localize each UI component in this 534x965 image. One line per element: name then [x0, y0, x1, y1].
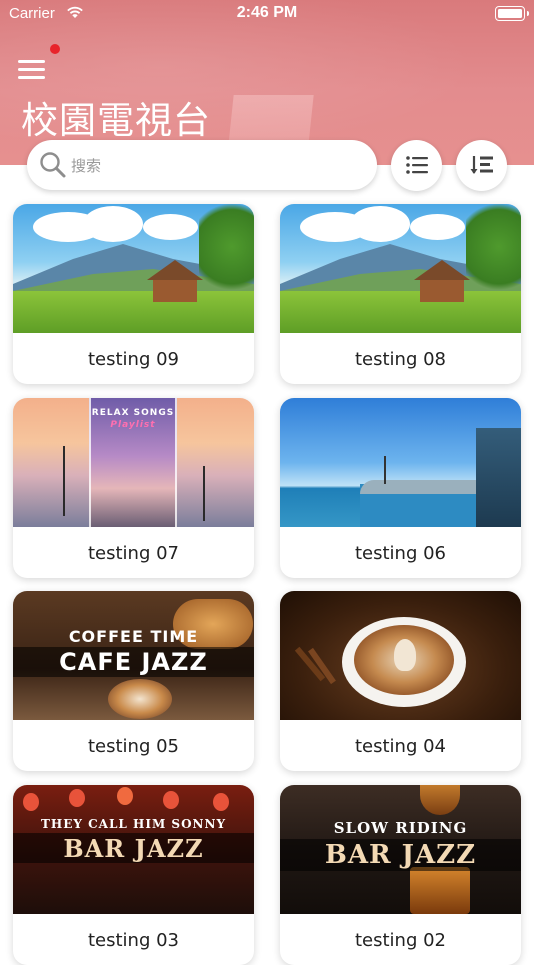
- search-bar[interactable]: [27, 140, 377, 190]
- thumbnail-text: BAR JAZZ: [324, 840, 477, 870]
- video-title: testing 02: [354, 930, 447, 951]
- video-title: testing 03: [87, 930, 180, 951]
- video-thumbnail: [280, 591, 521, 720]
- sort-button[interactable]: [456, 140, 507, 191]
- status-time: 2:46 PM: [236, 4, 298, 21]
- video-title: testing 09: [87, 349, 180, 370]
- video-card[interactable]: SLOW RIDING BAR JAZZ testing 02: [280, 785, 521, 965]
- video-card[interactable]: testing 04: [280, 591, 521, 771]
- video-card[interactable]: testing 09: [13, 204, 254, 384]
- video-thumbnail: [280, 398, 521, 527]
- video-thumbnail: [280, 204, 521, 333]
- list-view-button[interactable]: [391, 140, 442, 191]
- video-card[interactable]: testing 08: [280, 204, 521, 384]
- video-card[interactable]: RELAX SONGS Playlist testing 07: [13, 398, 254, 578]
- thumbnail-text: COFFEE TIME: [68, 627, 199, 646]
- battery-icon: [495, 6, 529, 21]
- video-thumbnail: [13, 204, 254, 333]
- video-card[interactable]: THEY CALL HIM SONNY BAR JAZZ testing 03: [13, 785, 254, 965]
- search-icon: [39, 151, 67, 183]
- video-title: testing 05: [87, 736, 180, 757]
- video-title: testing 06: [354, 543, 447, 564]
- video-thumbnail: SLOW RIDING BAR JAZZ: [280, 785, 521, 914]
- menu-button[interactable]: [18, 58, 46, 82]
- video-title: testing 08: [354, 349, 447, 370]
- sort-icon: [470, 156, 493, 174]
- thumbnail-text: RELAX SONGS: [91, 408, 175, 418]
- video-title: testing 04: [354, 736, 447, 757]
- thumbnail-text: SLOW RIDING: [333, 819, 468, 837]
- page-title: 校園電視台: [21, 99, 211, 142]
- video-thumbnail: COFFEE TIME CAFE JAZZ: [13, 591, 254, 720]
- thumbnail-text: Playlist: [110, 420, 156, 430]
- video-thumbnail: THEY CALL HIM SONNY BAR JAZZ: [13, 785, 254, 914]
- status-bar: Carrier 2:46 PM: [0, 0, 534, 28]
- video-title: testing 07: [87, 543, 180, 564]
- video-thumbnail: RELAX SONGS Playlist: [13, 398, 254, 527]
- thumbnail-text: THEY CALL HIM SONNY: [40, 817, 227, 831]
- thumbnail-text: CAFE JAZZ: [59, 648, 208, 676]
- notification-dot: [50, 44, 60, 54]
- video-card[interactable]: testing 06: [280, 398, 521, 578]
- search-input[interactable]: [69, 151, 363, 181]
- list-icon: [406, 156, 428, 174]
- video-card[interactable]: COFFEE TIME CAFE JAZZ testing 05: [13, 591, 254, 771]
- thumbnail-text: BAR JAZZ: [63, 834, 204, 863]
